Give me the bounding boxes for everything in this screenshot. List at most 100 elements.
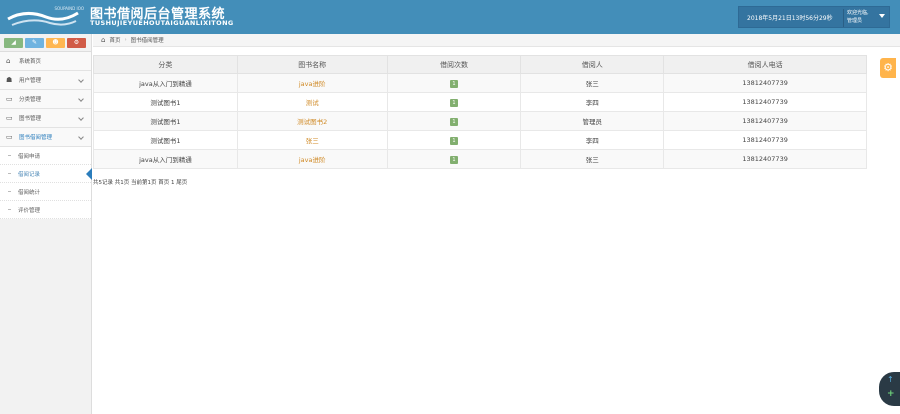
- datetime: 2018年5月21日13时56分29秒: [747, 15, 833, 22]
- column-header: 借阅人电话: [663, 55, 867, 74]
- shortcut-chart-icon[interactable]: ◢: [4, 38, 23, 48]
- count-cell: 1: [386, 111, 522, 131]
- sidebar-subitem-borrow-request[interactable]: 借阅申请: [0, 147, 91, 165]
- breadcrumb-separator-icon: ›: [124, 37, 127, 43]
- sidebar-subitem-borrow-stats[interactable]: 借阅统计: [0, 183, 91, 201]
- shortcut-bar: ◢ ✎ ☻ ⚙: [0, 34, 91, 52]
- logo-text: SOUPAIND IOO: [54, 6, 84, 11]
- borrower-cell: 管理员: [520, 111, 665, 131]
- phone-cell: 13812407739: [663, 130, 867, 150]
- book-cell: java进阶: [236, 149, 388, 169]
- desktop-icon: ▭: [6, 95, 13, 103]
- sidebar-item-label: 用户管理: [19, 78, 42, 84]
- chevron-down-icon: [78, 96, 84, 102]
- top-header: SOUPAIND IOO 图书借阅后台管理系统 TUSHUJIEYUEHOUTA…: [0, 0, 900, 34]
- shortcut-group-icon[interactable]: ☻: [46, 38, 65, 48]
- book-cell: 张三: [236, 130, 388, 150]
- app-subtitle: TUSHUJIEYUEHOUTAIGUANLIXITONG: [90, 19, 234, 27]
- count-badge: 1: [450, 79, 458, 88]
- borrower-cell: 张三: [520, 149, 665, 169]
- book-link[interactable]: 测试: [306, 99, 319, 107]
- arrow-up-icon[interactable]: ↑: [887, 375, 894, 384]
- username: 管理员: [847, 18, 863, 24]
- table-row: 测试图书1 测试 1 李四 13812407739: [93, 92, 867, 112]
- sidebar-item-users[interactable]: ☗ 用户管理: [0, 71, 91, 90]
- book-link[interactable]: 测试图书2: [297, 118, 327, 126]
- sidebar-item-label: 图书管理: [19, 116, 42, 122]
- pagination-summary[interactable]: 共5记录 共1页 当前第1页 首页 1 尾页: [93, 178, 187, 186]
- welcome-label: 欢迎光临,: [847, 10, 869, 16]
- sidebar-item-books[interactable]: ▭ 图书管理: [0, 109, 91, 128]
- sidebar-item-borrow-management[interactable]: ▭ 图书借阅管理: [0, 128, 91, 147]
- sidebar-item-label: 图书借阅管理: [19, 135, 53, 141]
- desktop-icon: ▭: [6, 114, 13, 122]
- phone-cell: 13812407739: [663, 149, 867, 169]
- borrower-cell: 李四: [520, 130, 665, 150]
- category-cell: 测试图书1: [93, 130, 238, 150]
- book-link[interactable]: java进阶: [299, 80, 326, 88]
- bullet-icon: [8, 155, 11, 156]
- sidebar-item-categories[interactable]: ▭ 分类管理: [0, 90, 91, 109]
- plus-icon[interactable]: +: [887, 389, 895, 399]
- count-badge: 1: [450, 136, 458, 145]
- book-cell: java进阶: [236, 73, 388, 93]
- sidebar: ◢ ✎ ☻ ⚙ ⌂ 系统首页 ☗ 用户管理 ▭ 分类管理 ▭ 图书管理 ▭ 图书…: [0, 34, 92, 414]
- chevron-down-icon: [78, 77, 84, 83]
- table-header-row: 分类 图书名称 借阅次数 借阅人 借阅人电话: [93, 55, 867, 74]
- sidebar-subitem-label: 评价管理: [18, 207, 41, 214]
- phone-cell: 13812407739: [663, 111, 867, 131]
- table-row: java从入门到精通 java进阶 1 张三 13812407739: [93, 149, 867, 169]
- home-icon: ⌂: [6, 57, 11, 65]
- column-header: 图书名称: [236, 55, 388, 74]
- sidebar-subitem-label: 借阅统计: [18, 189, 41, 196]
- column-header: 分类: [93, 55, 238, 74]
- count-cell: 1: [386, 92, 522, 112]
- borrower-cell: 张三: [520, 73, 665, 93]
- sidebar-subitem-reviews[interactable]: 评价管理: [0, 201, 91, 219]
- chevron-down-icon: [78, 134, 84, 140]
- home-icon: ⌂: [101, 36, 106, 44]
- borrow-records-table: 分类 图书名称 借阅次数 借阅人 借阅人电话 java从入门到精通 java进阶…: [93, 55, 867, 169]
- borrower-cell: 李四: [520, 92, 665, 112]
- sidebar-item-label: 系统首页: [19, 59, 42, 65]
- shortcut-cogs-icon[interactable]: ⚙: [67, 38, 86, 48]
- count-badge: 1: [450, 98, 458, 107]
- active-indicator-icon: [86, 168, 92, 180]
- table-row: java从入门到精通 java进阶 1 张三 13812407739: [93, 73, 867, 93]
- settings-gear-icon[interactable]: ⚙: [880, 58, 896, 78]
- column-header: 借阅人: [520, 55, 665, 74]
- bullet-icon: [8, 209, 11, 210]
- users-icon: ☗: [6, 76, 13, 84]
- bullet-icon: [8, 191, 11, 192]
- logo: SOUPAIND IOO: [6, 3, 84, 31]
- breadcrumb-home[interactable]: 首页: [109, 36, 120, 44]
- table-row: 测试图书1 测试图书2 1 管理员 13812407739: [93, 111, 867, 131]
- sidebar-subitem-borrow-records[interactable]: 借阅记录: [0, 165, 92, 183]
- count-cell: 1: [386, 73, 522, 93]
- sidebar-subitem-label: 借阅记录: [18, 171, 41, 178]
- breadcrumb-current: 图书借阅管理: [130, 38, 164, 44]
- column-header: 借阅次数: [386, 55, 522, 74]
- phone-cell: 13812407739: [663, 73, 867, 93]
- book-link[interactable]: 张三: [306, 137, 319, 145]
- count-cell: 1: [386, 149, 522, 169]
- welcome-block: 欢迎光临, 管理员: [843, 9, 869, 27]
- category-cell: 测试图书1: [93, 92, 238, 112]
- book-link[interactable]: java进阶: [299, 156, 326, 164]
- caret-down-icon[interactable]: [879, 14, 885, 18]
- book-cell: 测试: [236, 92, 388, 112]
- bullet-icon: [8, 173, 11, 174]
- sidebar-item-label: 分类管理: [19, 97, 42, 103]
- count-badge: 1: [450, 117, 458, 126]
- category-cell: 测试图书1: [93, 111, 238, 131]
- table-row: 测试图书1 张三 1 李四 13812407739: [93, 130, 867, 150]
- breadcrumb: ⌂ 首页 › 图书借阅管理: [93, 34, 900, 47]
- phone-cell: 13812407739: [663, 92, 867, 112]
- sidebar-item-home[interactable]: ⌂ 系统首页: [0, 52, 91, 71]
- shortcut-pencil-icon[interactable]: ✎: [25, 38, 44, 48]
- category-cell: java从入门到精通: [93, 73, 238, 93]
- count-badge: 1: [450, 155, 458, 164]
- desktop-icon: ▭: [6, 133, 13, 141]
- scroll-widget[interactable]: ↑ +: [879, 372, 900, 406]
- user-panel[interactable]: 2018年5月21日13时56分29秒 欢迎光临, 管理员: [738, 6, 890, 28]
